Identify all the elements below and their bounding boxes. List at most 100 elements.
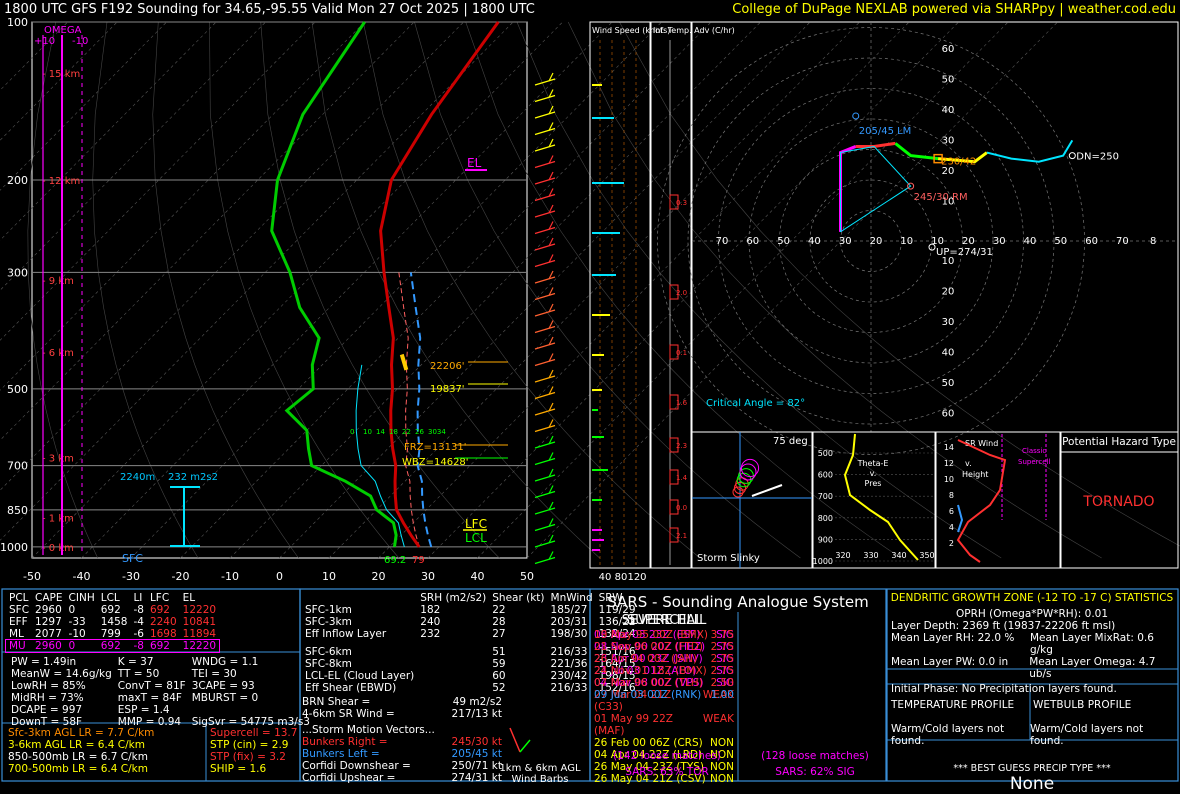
index-cell: K = 37: [117, 656, 154, 668]
parcel-row: ML 2077 -10 799 -6 1698 11894: [6, 628, 219, 640]
wind-speed-frame: [589, 21, 651, 569]
isotherm: [328, 21, 860, 559]
height-km-label: - 6 km: [42, 348, 74, 359]
kin-row: Eff Inflow Layer 232 27 198/30 132/24: [302, 628, 639, 640]
kin-mnwind: 221/36: [550, 658, 588, 670]
hodo-x-label: 50: [777, 236, 790, 247]
hodo-rm-label: 245/30 RM: [914, 192, 968, 203]
pressure-tick-label: 500: [7, 383, 28, 396]
kin-mnwind: 203/31: [550, 616, 588, 628]
parcel-row: SFC 2960 0 692 -8 692 12220: [6, 604, 219, 616]
parcel-cell: MU: [9, 640, 26, 652]
wind-barb: [534, 457, 556, 466]
temp-tick-label: 40: [471, 570, 485, 583]
isotherm: [0, 21, 316, 341]
storm-motion-title: ...Storm Motion Vectors...: [302, 724, 435, 736]
wind-barb: [534, 309, 556, 317]
parcel-cell: 12220: [182, 640, 217, 652]
kin-mnwind: 216/33: [550, 646, 588, 658]
sars-hail: SEVERE HAIL 19 May 95 00Z (BMX) 3.75 21 Se…: [590, 611, 738, 701]
temp-tick-label: -30: [122, 570, 140, 583]
isotherm: [31, 21, 563, 559]
parcel-cell: 692: [149, 640, 170, 652]
skewt-frame: [31, 21, 528, 559]
kin-shear: 28: [492, 616, 506, 628]
slinky-ring: [740, 458, 760, 478]
temperature-trace: [379, 21, 500, 548]
hodo-x-label: 40: [808, 236, 821, 247]
theta-e-label: v.: [870, 469, 877, 478]
hodo-x-label: 30: [839, 236, 852, 247]
parcel-cell: 692: [100, 640, 121, 652]
theta-e-y-tick: 900: [818, 535, 833, 544]
hodo-y-label: 40: [942, 105, 955, 116]
dgz-temp-profile-title: TEMPERATURE PROFILE: [891, 699, 1015, 711]
sfc-dewpoint: 69.2: [384, 555, 406, 566]
index-cell: LowRH = 85%: [11, 680, 86, 692]
parcel-cell: -4: [133, 616, 144, 628]
composite-param: SHIP = 1.6: [210, 763, 267, 775]
lapse-rate: 700-500mb LR = 6.4 C/km: [8, 763, 148, 775]
isotherm: [0, 21, 118, 141]
indices-table: PW = 1.49in K = 37 WNDG = 1.1 MeanW = 14.6g…: [8, 656, 310, 728]
inflow-height-mark: 3034: [428, 428, 446, 436]
hodo-mean-label: 230/42: [941, 157, 976, 168]
theta-e-y-tick: 800: [818, 514, 833, 523]
wind-barb: [534, 556, 556, 565]
parcel-cell: 0: [68, 604, 76, 616]
hodo-inflow-triangle: [840, 145, 912, 233]
hodo-x-label: 10: [900, 236, 913, 247]
hodo-x-label: 60: [1085, 236, 1098, 247]
sars-match: 19 May 95 00Z (BMX) 3.75: [594, 629, 734, 641]
wind-barb: [534, 540, 556, 548]
dgz-wb-profile: Warm/Cold layers not found.: [1030, 723, 1144, 747]
inflow-height-mark: 18: [389, 428, 398, 436]
hodo-x-label: 70: [1116, 236, 1129, 247]
kin-header: SRH (m2/s2): [420, 592, 487, 604]
hodo-x-label: 20: [870, 236, 883, 247]
parcel-table: PCL CAPE CINH LCL LI LFC EL SFC 2960 0 692 -8 692 122…: [4, 592, 296, 653]
kin-shear: 52: [492, 682, 506, 694]
wind-barb: [534, 259, 556, 268]
dgz-pw: Mean Layer PW: 0.0 in: [891, 656, 1009, 668]
hodo-x-label: 40: [1024, 236, 1037, 247]
parcel-cell: 1297: [35, 616, 62, 628]
kin-row: Eff Shear (EBWD) 52 216/33 152/16: [302, 682, 639, 694]
kin-name: SFC-8km: [305, 658, 352, 670]
theta-e-label: Theta-E: [857, 459, 889, 468]
parcel-cell: 799: [100, 628, 121, 640]
kin-name: Eff Shear (EBWD): [305, 682, 397, 694]
index-cell: 3CAPE = 93: [191, 680, 255, 692]
hazard-value: TORNADO: [1083, 494, 1155, 510]
kin-row: LCL-EL (Cloud Layer) 60 230/42 198/15: [302, 670, 639, 682]
kin-shear: 27: [492, 628, 506, 640]
hodo-y-label: 30: [942, 317, 955, 328]
brn-label: BRN Shear =: [302, 696, 371, 708]
storm-motion: Bunkers Right = 245/30 kt: [302, 736, 502, 748]
theta-e-x-tick: 340: [891, 551, 906, 560]
wind-barb: [534, 474, 556, 482]
inflow-height-mark: 0: [350, 428, 354, 436]
temp-tick-label: -20: [172, 570, 190, 583]
srwind-label: 4-6km SR Wind =: [302, 708, 395, 720]
theta-e-y-tick: 700: [818, 492, 833, 501]
parcel-cell: 2960: [35, 640, 62, 652]
hodo-lm-marker: [852, 112, 860, 120]
parcel-cell: 10841: [182, 616, 217, 628]
parcel-cell: 2240: [149, 616, 177, 628]
pressure-tick-label: 200: [7, 174, 28, 187]
hodo-y-label: 40: [942, 348, 955, 359]
hodo-y-label: 50: [942, 75, 955, 86]
kin-header: MnWind: [550, 592, 593, 604]
dry-adiabat: [619, 21, 1180, 547]
parcel-cell: 692: [100, 604, 121, 616]
height-km-label: - 0 km: [42, 543, 74, 554]
virtual-parcel-trace: [409, 272, 433, 548]
wind-barb: [534, 243, 556, 251]
index-cell: [189, 704, 313, 716]
sars-match: 26 Jun 94 00Z (JAN) 2.75: [594, 653, 734, 665]
kin-row: SFC-1km 182 22 185/27 119/29: [302, 604, 639, 616]
parcel-cell: 12220: [182, 604, 217, 616]
wind-barb: [534, 507, 556, 515]
parcel-cell: 1698: [149, 628, 177, 640]
